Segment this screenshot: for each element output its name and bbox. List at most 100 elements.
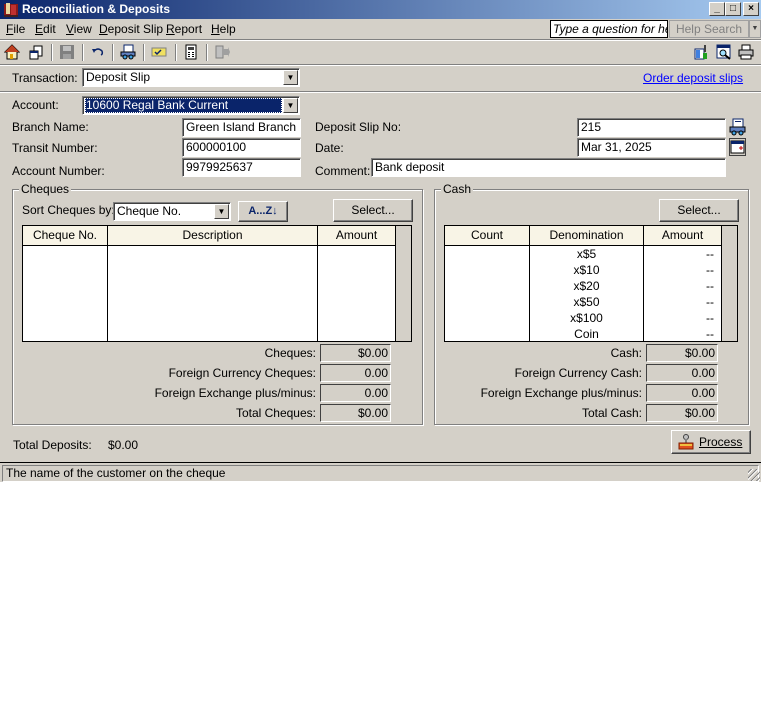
menu-file[interactable]: File bbox=[6, 22, 25, 36]
home-icon[interactable] bbox=[4, 44, 20, 60]
date-label: Date: bbox=[315, 141, 344, 155]
calculator-icon[interactable] bbox=[183, 44, 199, 60]
resize-grip[interactable] bbox=[748, 469, 760, 481]
help-question-input[interactable]: Type a question for help bbox=[550, 20, 668, 38]
cheques-select-button[interactable]: Select... bbox=[333, 199, 413, 222]
account-value: 10600 Regal Bank Current bbox=[85, 98, 282, 113]
export-icon[interactable] bbox=[214, 44, 230, 60]
menu-accel: R bbox=[166, 22, 175, 36]
menu-label: ile bbox=[13, 22, 26, 36]
total-cheques-value: $0.00 bbox=[320, 404, 391, 422]
chevron-down-icon[interactable]: ▼ bbox=[214, 204, 229, 219]
column-divider bbox=[107, 226, 108, 341]
toolbar-separator bbox=[175, 44, 177, 61]
denomination-cell: Coin bbox=[574, 327, 599, 341]
column-header-amount[interactable]: Amount bbox=[318, 226, 395, 246]
sort-order-button[interactable]: A...Z↓ bbox=[238, 201, 288, 222]
chevron-down-icon[interactable]: ▼ bbox=[283, 70, 298, 85]
printer-icon[interactable] bbox=[738, 44, 754, 60]
transit-number-label: Transit Number: bbox=[12, 141, 98, 155]
amount-cell[interactable]: -- bbox=[644, 326, 714, 342]
menu-accel: E bbox=[35, 22, 44, 36]
title-bar: Reconciliation & Deposits _ □ × bbox=[0, 0, 761, 19]
help-search-dropdown[interactable]: ▼ bbox=[749, 20, 761, 38]
cash-fx-label: Foreign Exchange plus/minus: bbox=[480, 386, 642, 400]
menu-accel: V bbox=[66, 22, 74, 36]
sort-cheques-select[interactable]: Cheque No. ▼ bbox=[113, 202, 231, 221]
menu-edit[interactable]: Edit bbox=[35, 22, 56, 36]
maximize-button[interactable]: □ bbox=[725, 2, 741, 16]
account-label: Account: bbox=[12, 98, 59, 112]
cheques-total-value: $0.00 bbox=[320, 344, 391, 362]
calendar-icon[interactable] bbox=[729, 138, 746, 156]
total-cash-value: $0.00 bbox=[646, 404, 718, 422]
amount-cell[interactable]: -- bbox=[644, 262, 714, 278]
date-field[interactable]: Mar 31, 2025 bbox=[577, 138, 726, 157]
help-search-button[interactable]: Help Search bbox=[669, 20, 749, 38]
cheques-scrollbar[interactable] bbox=[395, 226, 411, 341]
menu-accel: H bbox=[211, 22, 220, 36]
cash-table[interactable]: Count Denomination Amount x$5 -- x$10 --… bbox=[444, 225, 738, 342]
menu-report[interactable]: Report bbox=[166, 22, 202, 36]
undo-icon[interactable] bbox=[90, 44, 106, 60]
amount-cell[interactable]: -- bbox=[644, 278, 714, 294]
amount-cell[interactable]: -- bbox=[644, 310, 714, 326]
total-deposits-label: Total Deposits: bbox=[13, 438, 92, 452]
column-header-denomination[interactable]: Denomination bbox=[530, 226, 643, 246]
denomination-cell: x$5 bbox=[576, 247, 597, 261]
branch-name-label: Branch Name: bbox=[12, 120, 89, 134]
column-divider bbox=[317, 226, 318, 341]
branch-name-field[interactable]: Green Island Branch bbox=[182, 118, 301, 137]
deposit-slip-no-field[interactable]: 215 bbox=[577, 118, 726, 137]
menu-view[interactable]: View bbox=[66, 22, 92, 36]
cash-select-button[interactable]: Select... bbox=[659, 199, 739, 222]
foreign-currency-cheques-value: 0.00 bbox=[320, 364, 391, 382]
cheques-table[interactable]: Cheque No. Description Amount bbox=[22, 225, 412, 342]
status-text: The name of the customer on the cheque bbox=[2, 465, 759, 482]
column-header-description[interactable]: Description bbox=[108, 226, 317, 246]
menu-deposit-slip[interactable]: Deposit Slip bbox=[99, 22, 163, 36]
windows-icon[interactable] bbox=[28, 44, 44, 60]
amount-cell[interactable]: -- bbox=[644, 246, 714, 262]
column-header-amount[interactable]: Amount bbox=[644, 226, 721, 246]
column-header-count[interactable]: Count bbox=[445, 226, 529, 246]
cash-total-label: Cash: bbox=[610, 346, 642, 360]
chevron-down-icon: ▼ bbox=[751, 25, 759, 32]
sort-cheques-label: Sort Cheques by: bbox=[22, 203, 115, 217]
toolbar-separator bbox=[51, 44, 53, 61]
foreign-currency-cash-label: Foreign Currency Cash: bbox=[514, 366, 642, 380]
customize-icon[interactable] bbox=[694, 44, 710, 60]
chevron-down-icon[interactable]: ▼ bbox=[283, 98, 298, 113]
minimize-button[interactable]: _ bbox=[709, 2, 725, 16]
denomination-cell: x$20 bbox=[573, 279, 600, 293]
cheques-total-label: Cheques: bbox=[264, 346, 316, 360]
print-deposit-icon[interactable] bbox=[120, 44, 136, 60]
account-number-label: Account Number: bbox=[12, 164, 105, 178]
amount-cell[interactable]: -- bbox=[644, 294, 714, 310]
cleared-icon[interactable] bbox=[151, 44, 167, 60]
comment-field[interactable]: Bank deposit bbox=[371, 158, 726, 177]
preview-icon[interactable] bbox=[716, 44, 732, 60]
print-slip-icon[interactable] bbox=[729, 118, 746, 136]
process-button[interactable]: Process bbox=[671, 430, 751, 454]
sort-cheques-value: Cheque No. bbox=[117, 204, 182, 218]
account-number-field[interactable]: 9979925637 bbox=[182, 158, 301, 177]
reconciliation-window: Reconciliation & Deposits _ □ × File Edi… bbox=[0, 0, 761, 482]
account-select[interactable]: 10600 Regal Bank Current ▼ bbox=[82, 96, 300, 115]
transit-number-field[interactable]: 600000100 bbox=[182, 138, 301, 157]
toolbar-separator bbox=[143, 44, 145, 61]
order-deposit-slips-link[interactable]: Order deposit slips bbox=[643, 71, 743, 85]
save-icon[interactable] bbox=[59, 44, 75, 60]
process-label: Process bbox=[699, 435, 743, 449]
close-button[interactable]: × bbox=[743, 2, 759, 16]
menu-label: eposit Slip bbox=[107, 22, 164, 36]
separator bbox=[0, 91, 761, 93]
cheques-fx-value: 0.00 bbox=[320, 384, 391, 402]
column-header-cheque-no[interactable]: Cheque No. bbox=[23, 226, 107, 246]
window-title: Reconciliation & Deposits bbox=[22, 2, 171, 16]
menu-help[interactable]: Help bbox=[211, 22, 236, 36]
transaction-select[interactable]: Deposit Slip ▼ bbox=[82, 68, 300, 87]
cash-scrollbar[interactable] bbox=[721, 226, 737, 341]
foreign-currency-cash-value: 0.00 bbox=[646, 364, 718, 382]
separator bbox=[0, 64, 761, 66]
